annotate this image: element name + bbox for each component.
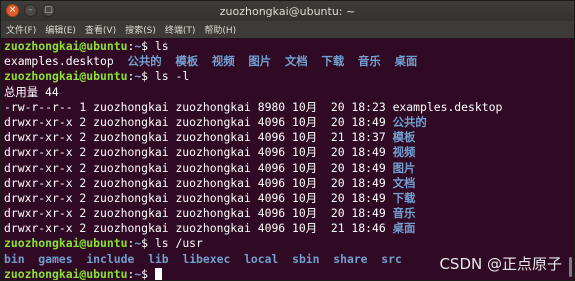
menu-search[interactable]: 搜索(S): [125, 23, 156, 36]
listing-meta: -rw-r--r-- 1 zuozhongkai zuozhongkai 898…: [4, 99, 393, 114]
listing-meta: drwxr-xr-x 2 zuozhongkai zuozhongkai 409…: [4, 160, 393, 175]
scrollbar-thumb[interactable]: [569, 257, 572, 277]
listing-meta: drwxr-xr-x 2 zuozhongkai zuozhongkai 409…: [4, 190, 393, 205]
prompt-symbol: $: [141, 69, 155, 84]
dir-name: 视频: [211, 54, 235, 69]
listing-name: 图片: [392, 160, 416, 175]
dir-name: 公共的: [127, 54, 162, 69]
file-name: examples.desktop: [4, 54, 114, 69]
listing-row: -rw-r--r-- 1 zuozhongkai zuozhongkai 898…: [4, 100, 567, 115]
menu-edit[interactable]: 编辑(E): [45, 23, 76, 36]
dir-name: sbin: [292, 251, 320, 266]
listing-name: 音乐: [392, 206, 416, 221]
dir-name: 图片: [248, 54, 272, 69]
listing-meta: drwxr-xr-x 2 zuozhongkai zuozhongkai 409…: [4, 114, 393, 129]
menu-file[interactable]: 文件(F): [6, 23, 36, 36]
command-text: ls: [154, 39, 169, 53]
dir-name: 模板: [175, 54, 199, 69]
listing-name: 模板: [392, 130, 416, 145]
scrollbar[interactable]: [567, 38, 574, 280]
listing-meta: drwxr-xr-x 2 zuozhongkai zuozhongkai 409…: [4, 130, 393, 145]
dir-name: local: [244, 251, 279, 266]
listing-row: drwxr-xr-x 2 zuozhongkai zuozhongkai 409…: [4, 206, 567, 221]
listing-name: 视频: [392, 145, 416, 160]
terminal-window: × – □ zuozhongkai@ubuntu: ~ 文件(F) 编辑(E) …: [0, 0, 575, 281]
prompt-user: zuozhongkai@ubuntu: [4, 236, 128, 251]
dir-name: bin: [4, 251, 25, 266]
terminal-output[interactable]: zuozhongkai@ubuntu:~$ ls examples.deskto…: [1, 38, 567, 280]
prompt-user: zuozhongkai@ubuntu: [4, 39, 128, 53]
listing-row: drwxr-xr-x 2 zuozhongkai zuozhongkai 409…: [4, 221, 567, 236]
text-cursor: [154, 267, 162, 280]
dir-name: share: [333, 251, 368, 266]
prompt-symbol: $: [141, 236, 155, 251]
prompt-line: zuozhongkai@ubuntu:~$ ls /usr: [4, 236, 567, 251]
listing-row: drwxr-xr-x 2 zuozhongkai zuozhongkai 409…: [4, 161, 567, 176]
listing-row: drwxr-xr-x 2 zuozhongkai zuozhongkai 409…: [4, 176, 567, 191]
dir-name: 文档: [284, 54, 308, 69]
dir-name: src: [381, 251, 402, 266]
window-title: zuozhongkai@ubuntu: ~: [219, 5, 356, 18]
total-line: 总用量 44: [4, 84, 59, 99]
menu-help[interactable]: 帮助(H): [204, 23, 236, 36]
menu-terminal[interactable]: 终端(T): [165, 23, 196, 36]
listing-name: 公共的: [392, 114, 427, 129]
listing-name: 文档: [392, 175, 416, 190]
listing-name: 下载: [392, 190, 416, 205]
dir-name: libexec: [182, 251, 231, 266]
listing-row: drwxr-xr-x 2 zuozhongkai zuozhongkai 409…: [4, 115, 567, 130]
prompt-user: zuozhongkai@ubuntu: [4, 266, 128, 280]
ls-output-line: examples.desktop 公共的 模板 视频 图片 文档 下载 音乐 桌…: [4, 54, 567, 69]
dir-name: games: [38, 251, 73, 266]
dir-name: lib: [148, 251, 169, 266]
menu-view[interactable]: 查看(V): [85, 23, 116, 36]
dir-name: include: [86, 251, 135, 266]
menu-bar: 文件(F) 编辑(E) 查看(V) 搜索(S) 终端(T) 帮助(H): [1, 21, 574, 38]
title-bar[interactable]: × – □ zuozhongkai@ubuntu: ~: [1, 1, 574, 21]
listing-row: drwxr-xr-x 2 zuozhongkai zuozhongkai 409…: [4, 130, 567, 145]
prompt-symbol: $: [141, 39, 155, 53]
prompt-line: zuozhongkai@ubuntu:~$ ls -l: [4, 69, 567, 84]
listing-name: examples.desktop: [392, 99, 503, 114]
listing-name: 桌面: [392, 221, 416, 236]
dir-name: 桌面: [394, 54, 418, 69]
prompt-user: zuozhongkai@ubuntu: [4, 69, 128, 84]
listing-meta: drwxr-xr-x 2 zuozhongkai zuozhongkai 409…: [4, 175, 393, 190]
listing-meta: drwxr-xr-x 2 zuozhongkai zuozhongkai 409…: [4, 145, 393, 160]
dir-name: 音乐: [357, 54, 381, 69]
command-text: ls /usr: [154, 236, 203, 251]
prompt-symbol: $: [141, 266, 155, 280]
listing-meta: drwxr-xr-x 2 zuozhongkai zuozhongkai 409…: [4, 206, 393, 221]
listing-meta: drwxr-xr-x 2 zuozhongkai zuozhongkai 409…: [4, 221, 393, 236]
listing-row: drwxr-xr-x 2 zuozhongkai zuozhongkai 409…: [4, 191, 567, 206]
listing-row: drwxr-xr-x 2 zuozhongkai zuozhongkai 409…: [4, 145, 567, 160]
dir-name: 下载: [321, 54, 345, 69]
watermark: CSDN @正点原子: [439, 255, 562, 273]
prompt-line: zuozhongkai@ubuntu:~$ ls: [4, 39, 567, 54]
command-text: ls -l: [154, 69, 190, 84]
